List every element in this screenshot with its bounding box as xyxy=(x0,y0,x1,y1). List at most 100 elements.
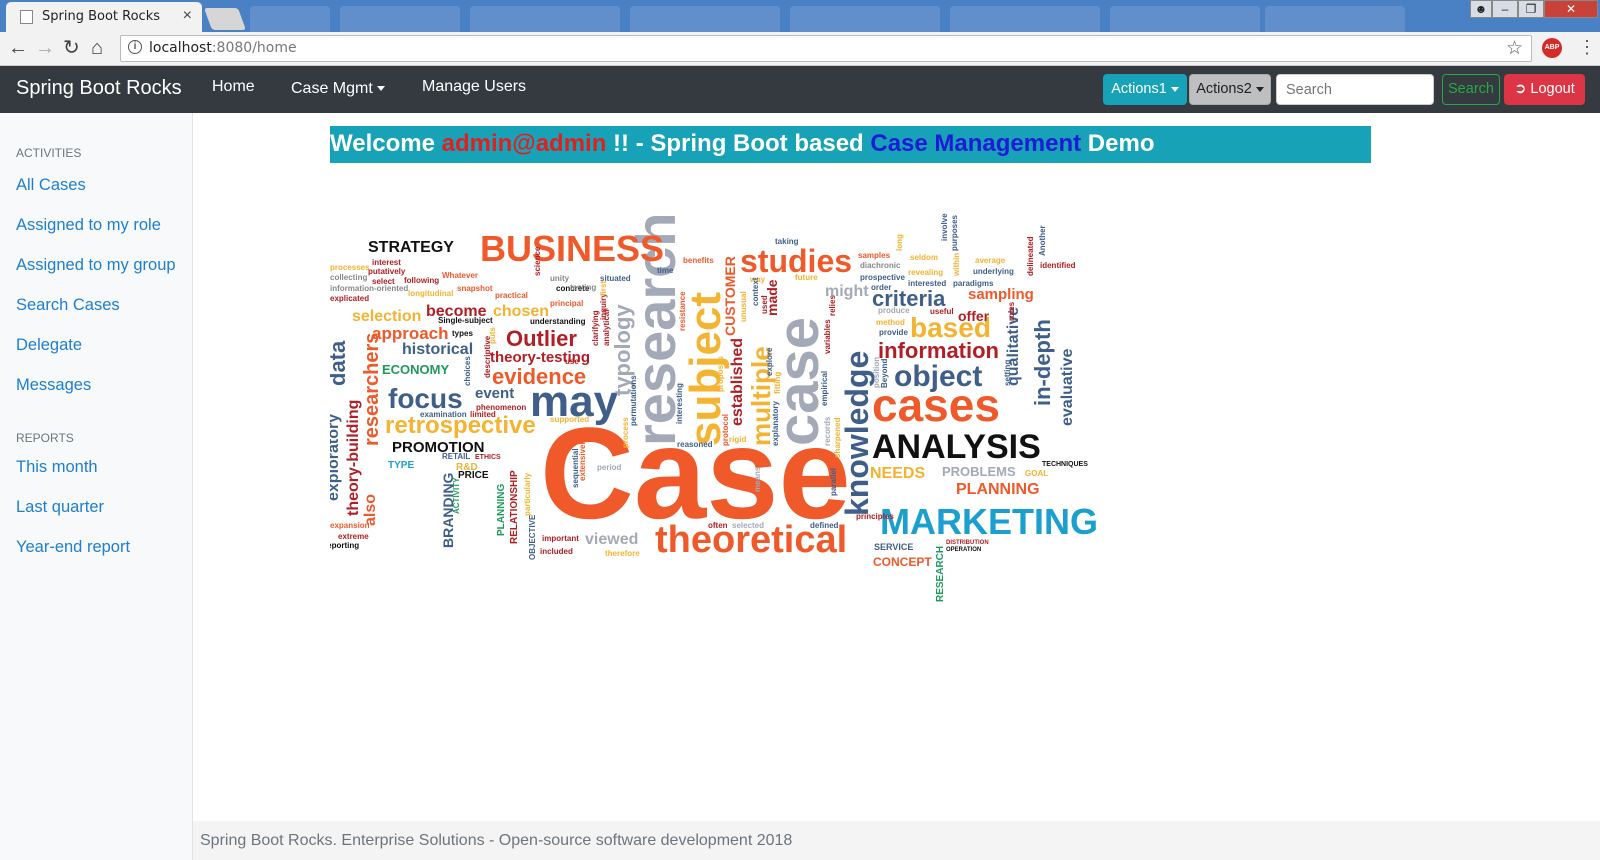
forward-icon[interactable]: → xyxy=(35,36,55,60)
word-cloud-word: evaluative xyxy=(1059,349,1076,426)
word-cloud-word: sharpened xyxy=(833,417,842,458)
new-tab-button[interactable] xyxy=(203,8,247,30)
window-close-icon[interactable]: ✕ xyxy=(1544,0,1598,18)
word-cloud-word: context xyxy=(751,277,760,306)
tab-title: Spring Boot Rocks xyxy=(42,9,160,24)
background-tab[interactable] xyxy=(950,6,1100,32)
background-tab[interactable] xyxy=(790,6,940,32)
background-tab[interactable] xyxy=(340,6,460,32)
word-cloud-word: relies xyxy=(828,295,837,316)
word-cloud-word: theory-building xyxy=(345,400,362,516)
word-cloud-word: means xyxy=(753,466,762,492)
actions2-label: Actions2 xyxy=(1196,81,1252,97)
word-cloud-word: STRATEGY xyxy=(368,239,454,256)
word-cloud-word: explicated xyxy=(330,294,369,303)
word-cloud-word: practical xyxy=(495,291,528,300)
word-cloud-word: knowledge xyxy=(839,351,875,516)
word-cloud-word: provide xyxy=(879,328,908,337)
word-cloud-word: protocol xyxy=(721,414,730,446)
active-tab[interactable]: Spring Boot Rocks × xyxy=(6,2,202,32)
url-host: localhost xyxy=(149,40,212,56)
word-cloud-word: SERVICE xyxy=(874,542,913,552)
background-tab[interactable] xyxy=(1110,6,1260,32)
logout-label: Logout xyxy=(1530,81,1575,97)
word-cloud-word: PROMOTION xyxy=(392,439,485,456)
sidebar-heading-reports: REPORTS xyxy=(16,431,74,445)
logout-button[interactable]: ➲ Logout xyxy=(1504,74,1585,105)
actions1-label: Actions1 xyxy=(1111,81,1167,97)
address-bar[interactable]: i localhost:8080/home ☆ xyxy=(120,35,1532,62)
sidebar-item-search-cases[interactable]: Search Cases xyxy=(16,296,120,315)
word-cloud-word: researchers xyxy=(361,333,383,446)
navbar-brand[interactable]: Spring Boot Rocks xyxy=(16,77,182,100)
nav-case-mgmt-dropdown[interactable]: Case Mgmt xyxy=(291,80,385,98)
reload-icon[interactable]: ↻ xyxy=(63,36,80,60)
site-info-icon[interactable]: i xyxy=(128,40,142,54)
restore-icon[interactable]: ❐ xyxy=(1518,0,1544,18)
word-cloud-word: extensively xyxy=(578,437,587,481)
word-cloud-word: period xyxy=(597,463,622,472)
word-cloud-word: in-depth xyxy=(1030,319,1055,406)
adblock-icon[interactable]: ABP xyxy=(1542,38,1562,58)
word-cloud-word: selection xyxy=(352,308,421,325)
chevron-down-icon xyxy=(376,86,385,92)
word-cloud-word: interested xyxy=(908,279,946,288)
word-cloud-word: putatively xyxy=(368,267,406,276)
word-cloud-word: ACTIVITY xyxy=(452,477,461,514)
word-cloud-word: reasoned xyxy=(677,440,713,449)
sidebar-item-delegate[interactable]: Delegate xyxy=(16,336,82,355)
background-tab[interactable] xyxy=(1265,6,1405,32)
word-cloud-word: interest xyxy=(372,258,401,267)
background-tab[interactable] xyxy=(630,6,780,32)
nav-manage-users-link[interactable]: Manage Users xyxy=(422,78,526,96)
word-cloud-word: process xyxy=(621,417,630,448)
word-cloud-word: diachronic xyxy=(860,261,901,270)
case-study-word-cloud-image: Caseresearch casesubjectBUSINESSMARKETING… xyxy=(330,212,1098,602)
app-navbar: Spring Boot Rocks Home Case Mgmt Manage … xyxy=(0,66,1600,113)
sidebar-item-assigned-to-my-role[interactable]: Assigned to my role xyxy=(16,216,161,235)
sidebar-item-all-cases[interactable]: All Cases xyxy=(16,176,86,195)
actions1-dropdown-button[interactable]: Actions1 xyxy=(1103,74,1187,105)
tab-close-icon[interactable]: × xyxy=(183,7,192,25)
word-cloud-word: included xyxy=(540,547,573,556)
sidebar-item-messages[interactable]: Messages xyxy=(16,376,91,395)
word-cloud-word: BUSINESS xyxy=(480,228,664,269)
sidebar-item-assigned-to-my-group[interactable]: Assigned to my group xyxy=(16,256,176,275)
sidebar-item-year-end-report[interactable]: Year-end report xyxy=(16,538,130,557)
profile-icon[interactable]: ☻ xyxy=(1470,0,1492,18)
word-cloud-word: choices xyxy=(463,356,472,386)
sidebar-item-this-month[interactable]: This month xyxy=(16,458,98,477)
word-cloud-word: fitting xyxy=(773,372,782,394)
word-cloud-word: object xyxy=(894,360,982,393)
word-cloud-word: used xyxy=(760,295,769,314)
word-cloud-word: permutations xyxy=(629,375,638,426)
nav-case-mgmt-label: Case Mgmt xyxy=(291,80,373,97)
search-button[interactable]: Search xyxy=(1442,74,1500,105)
minimize-icon[interactable]: – xyxy=(1492,0,1518,18)
word-cloud-word: empirical xyxy=(820,371,829,406)
word-cloud-word: taking xyxy=(775,237,799,246)
bookmark-star-icon[interactable]: ☆ xyxy=(1506,37,1523,60)
search-input[interactable] xyxy=(1276,74,1434,105)
back-icon[interactable]: ← xyxy=(8,36,28,60)
background-tab[interactable] xyxy=(250,6,330,32)
word-cloud-word: resistance xyxy=(678,291,687,331)
sidebar: ACTIVITIES All Cases Assigned to my role… xyxy=(0,113,193,860)
welcome-banner: Welcome admin@admin !! - Spring Boot bas… xyxy=(330,126,1371,163)
word-cloud-word: identified xyxy=(1040,261,1076,270)
nav-home-link[interactable]: Home xyxy=(212,78,255,96)
word-cloud-word: underlying xyxy=(973,267,1014,276)
actions2-dropdown-button[interactable]: Actions2 xyxy=(1189,74,1271,105)
word-cloud-word: event xyxy=(475,385,514,402)
word-cloud-word: established xyxy=(729,338,746,426)
browser-menu-icon[interactable]: ⋮ xyxy=(1578,36,1596,58)
background-tab[interactable] xyxy=(470,6,620,32)
sidebar-item-last-quarter[interactable]: Last quarter xyxy=(16,498,104,517)
word-cloud-word: ANALYSIS xyxy=(872,428,1041,466)
word-cloud-word: principal xyxy=(550,299,583,308)
word-cloud-word: interesting xyxy=(675,383,684,424)
word-cloud-word: explanatory xyxy=(771,401,780,446)
word-cloud-word: parallel xyxy=(829,468,838,496)
word-cloud-word: offer xyxy=(958,308,990,324)
home-icon[interactable]: ⌂ xyxy=(91,36,103,60)
